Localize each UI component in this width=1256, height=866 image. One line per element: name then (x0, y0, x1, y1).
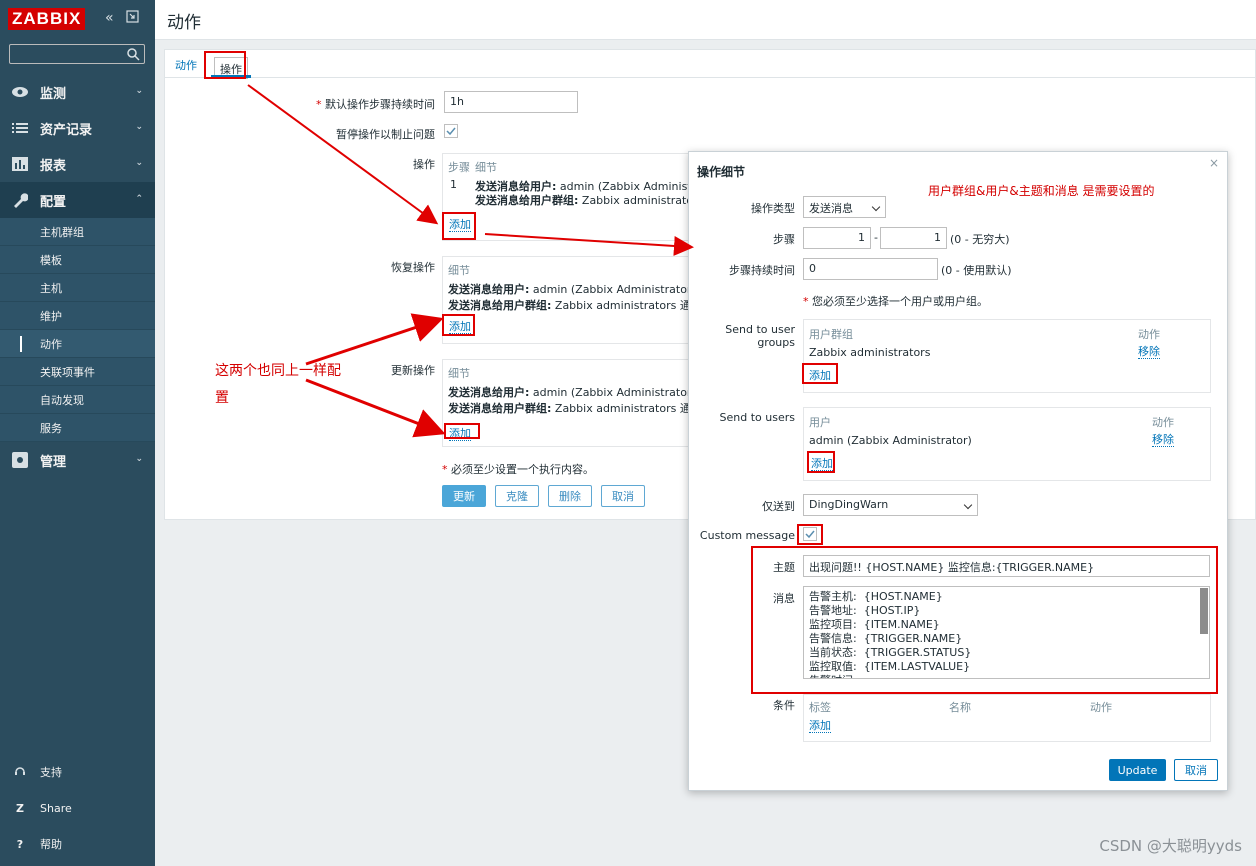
arrow-to-recovery-add (305, 313, 444, 366)
watermark: CSDN @大聪明yyds (1099, 837, 1242, 855)
arrow-to-dialog (484, 233, 694, 256)
annotation-note-left-1: 这两个也同上一样配 (215, 363, 341, 379)
annotation-note-top: 用户群组&用户&主题和消息 是需要设置的 (928, 184, 1155, 198)
arrow-to-add (247, 84, 439, 225)
annotation-note-left-2: 置 (215, 390, 229, 406)
annotation-arrows (247, 84, 694, 438)
arrow-to-update-add (305, 378, 446, 438)
